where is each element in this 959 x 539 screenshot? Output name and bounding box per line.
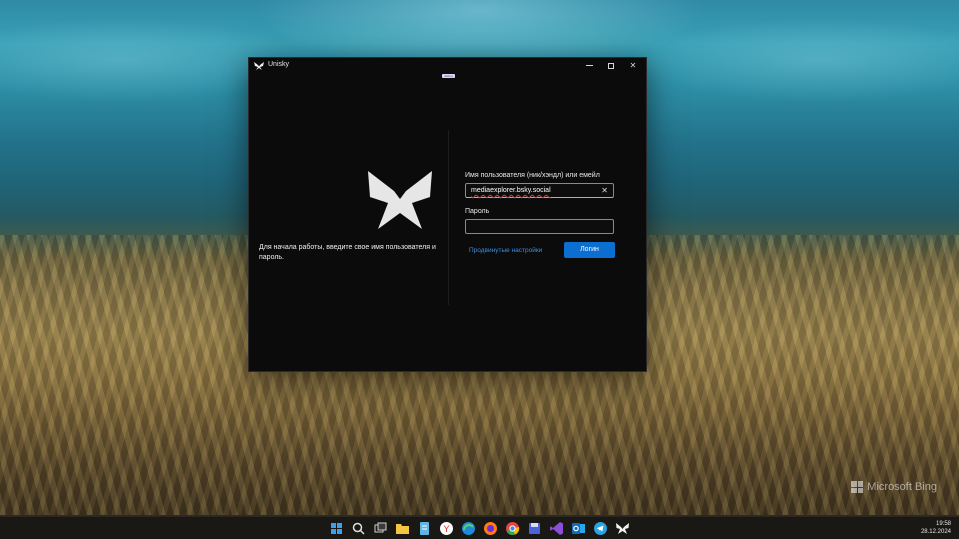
search-icon[interactable] bbox=[351, 521, 366, 536]
window-title: Unisky bbox=[268, 61, 290, 68]
minimize-icon bbox=[585, 65, 593, 67]
advanced-settings-link[interactable]: Продвинутые настройки bbox=[469, 247, 542, 254]
clock-date: 28.12.2024 bbox=[920, 529, 951, 535]
bing-watermark: Microsoft Bing bbox=[851, 481, 937, 493]
unisky-icon[interactable] bbox=[615, 521, 630, 536]
clear-icon[interactable]: ✕ bbox=[601, 184, 608, 197]
password-label: Пароль bbox=[465, 208, 490, 215]
username-value: mediaexplorer.bsky.social bbox=[471, 187, 551, 194]
task-view-icon[interactable] bbox=[373, 521, 388, 536]
vertical-divider bbox=[448, 130, 449, 305]
close-icon: ✕ bbox=[629, 61, 637, 70]
maximize-button[interactable] bbox=[600, 59, 622, 73]
microsoft-logo-icon bbox=[851, 481, 864, 493]
outlook-icon[interactable] bbox=[571, 521, 586, 536]
butterfly-logo-icon bbox=[368, 171, 432, 229]
login-button[interactable]: Логин bbox=[564, 242, 615, 258]
maximize-icon bbox=[608, 62, 614, 69]
save-app-icon[interactable] bbox=[527, 521, 542, 536]
minimize-button[interactable] bbox=[578, 59, 600, 73]
svg-text:Y: Y bbox=[443, 524, 449, 534]
username-input[interactable]: mediaexplorer.bsky.social ✕ bbox=[465, 183, 614, 198]
windows-start-icon[interactable] bbox=[329, 521, 344, 536]
telegram-icon[interactable] bbox=[593, 521, 608, 536]
yandex-browser-icon[interactable]: Y bbox=[439, 521, 454, 536]
taskbar: Y 19:58 28.12.2024 bbox=[0, 516, 959, 539]
visual-studio-icon[interactable] bbox=[549, 521, 564, 536]
chrome-icon[interactable] bbox=[505, 521, 520, 536]
butterfly-app-icon bbox=[254, 62, 264, 70]
taskbar-icons: Y bbox=[329, 521, 630, 536]
debug-badge: debug bbox=[442, 74, 455, 78]
watermark-text: Microsoft Bing bbox=[867, 481, 937, 493]
file-explorer-icon[interactable] bbox=[395, 521, 410, 536]
close-button[interactable]: ✕ bbox=[622, 59, 644, 73]
welcome-text: Для начала работы, введите свое имя поль… bbox=[259, 244, 436, 261]
firefox-icon[interactable] bbox=[483, 521, 498, 536]
edge-icon[interactable] bbox=[461, 521, 476, 536]
title-bar[interactable]: Unisky ✕ bbox=[249, 58, 646, 74]
system-clock[interactable]: 19:58 28.12.2024 bbox=[921, 520, 951, 536]
username-label: Имя пользователя (ник/хэндл) или емейл bbox=[465, 172, 600, 179]
notepad-icon[interactable] bbox=[417, 521, 432, 536]
clock-time: 19:58 bbox=[935, 521, 951, 527]
unisky-login-window: Unisky ✕ debug Для начала работы, введит… bbox=[248, 57, 647, 372]
password-input[interactable] bbox=[465, 219, 614, 234]
